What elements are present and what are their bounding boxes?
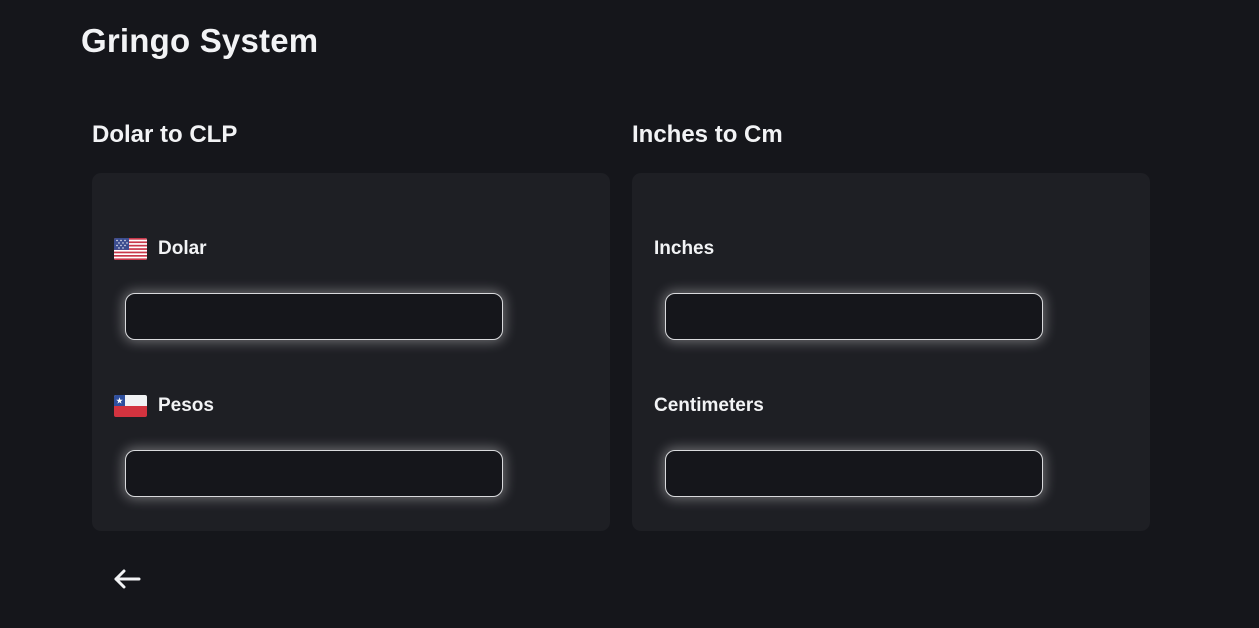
us-flag-icon bbox=[114, 238, 147, 260]
currency-converter-card: Dolar Pesos bbox=[92, 173, 610, 531]
pesos-input[interactable] bbox=[125, 450, 503, 497]
centimeters-label: Centimeters bbox=[654, 395, 764, 416]
inches-label: Inches bbox=[654, 238, 715, 259]
dolar-label-text: Dolar bbox=[158, 238, 207, 259]
pesos-label-text: Pesos bbox=[158, 395, 214, 416]
dolar-input[interactable] bbox=[125, 293, 503, 340]
dolar-label: Dolar bbox=[114, 236, 207, 262]
length-converter-card: Inches Centimeters bbox=[632, 173, 1150, 531]
arrow-left-icon bbox=[114, 569, 141, 589]
back-button[interactable] bbox=[110, 562, 144, 596]
chile-flag-icon bbox=[114, 395, 147, 417]
inches-input[interactable] bbox=[665, 293, 1043, 340]
currency-converter-section: Dolar to CLP Dolar Pesos bbox=[92, 118, 610, 531]
length-converter-section: Inches to Cm Inches Centimeters bbox=[632, 118, 1150, 531]
page-title: Gringo System bbox=[81, 22, 319, 59]
centimeters-input[interactable] bbox=[665, 450, 1043, 497]
currency-converter-title: Dolar to CLP bbox=[92, 121, 238, 148]
pesos-label: Pesos bbox=[114, 393, 214, 419]
length-converter-title: Inches to Cm bbox=[632, 121, 783, 148]
